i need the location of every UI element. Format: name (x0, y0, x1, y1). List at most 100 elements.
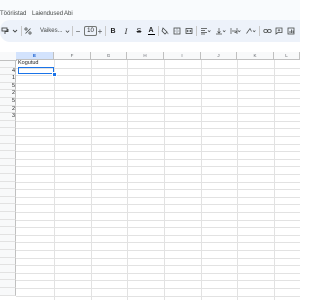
row-header[interactable] (0, 181, 16, 190)
column-header-f[interactable]: F (54, 52, 91, 60)
cell-e1[interactable]: Kogutud (18, 60, 39, 67)
grid-row-line (16, 151, 300, 153)
toolbar-divider (72, 26, 73, 36)
horizontal-align-icon[interactable] (199, 24, 212, 38)
row-header[interactable] (0, 219, 16, 228)
row-header[interactable] (0, 143, 16, 152)
row-header[interactable] (0, 60, 16, 68)
cell-value[interactable]: 1 (12, 75, 15, 82)
menu-help[interactable]: Abi (64, 11, 73, 17)
grid-row-line (16, 181, 300, 183)
grid-row-line (16, 219, 300, 221)
row-header[interactable] (0, 136, 16, 144)
row-header[interactable] (0, 158, 16, 167)
row-header[interactable] (0, 174, 16, 182)
italic-button[interactable]: I (122, 24, 130, 38)
column-header-l[interactable]: L (274, 52, 300, 60)
row-header[interactable] (0, 120, 16, 129)
toolbar-divider (105, 26, 106, 36)
row-header[interactable] (0, 234, 16, 243)
cell-value[interactable]: 5 (12, 98, 15, 105)
grid-row-line (16, 189, 300, 191)
cell-value[interactable]: 5 (12, 83, 15, 90)
text-color-button[interactable]: A (146, 24, 156, 38)
toolbar-divider (21, 26, 22, 36)
toolbar-divider (158, 26, 159, 36)
grid-row-line (16, 113, 300, 115)
cell-value[interactable]: 2 (12, 106, 15, 113)
grid-row-line (16, 265, 300, 267)
grid-column-line (237, 60, 238, 300)
row-header[interactable] (0, 250, 16, 258)
grid-row-line (16, 196, 300, 198)
grid-row-line (16, 250, 300, 251)
font-family-select[interactable]: Vaikes... (40, 24, 72, 38)
grid-row-line (16, 280, 300, 282)
menu-tools[interactable]: Tööriistad (0, 11, 26, 17)
row-header[interactable] (0, 189, 16, 197)
chevron-down-icon (65, 29, 70, 33)
cell-value[interactable]: 4 (12, 68, 15, 75)
active-cell-cursor[interactable] (18, 67, 54, 74)
grid-row-line (16, 212, 300, 213)
grid-row-line (16, 75, 300, 77)
toolbar-divider (196, 26, 197, 36)
fill-color-icon[interactable] (160, 24, 170, 38)
grid-column-line (201, 60, 202, 300)
spreadsheet-app: Tööriistad Laiendused Abi Vaikes... − 10… (0, 0, 300, 300)
row-header[interactable] (0, 204, 16, 212)
row-header[interactable] (0, 272, 16, 281)
text-rotation-icon[interactable] (244, 24, 257, 38)
spreadsheet-grid[interactable]: E F G H I J K L Kogutud 4 1 5 2 5 2 3 (0, 52, 300, 300)
row-header[interactable] (0, 151, 16, 159)
row-header[interactable] (0, 227, 16, 235)
grid-row-line (16, 288, 300, 289)
grid-row-line (16, 242, 300, 244)
row-header[interactable] (0, 288, 16, 296)
cell-value[interactable]: 3 (12, 113, 15, 120)
grid-row-line (16, 295, 300, 297)
grid-row-line (16, 67, 300, 69)
select-all-corner[interactable] (0, 52, 17, 61)
text-color-swatch (147, 33, 155, 36)
grid-row-line (16, 227, 300, 229)
insert-chart-icon[interactable] (286, 24, 296, 38)
grid-row-line (16, 136, 300, 137)
toolbar-divider (259, 26, 260, 36)
borders-icon[interactable] (172, 24, 182, 38)
increase-font-size-icon[interactable]: + (96, 24, 104, 38)
row-header[interactable] (0, 212, 16, 220)
column-header-j[interactable]: J (201, 52, 237, 60)
row-header[interactable] (0, 242, 16, 250)
decrease-font-size-icon[interactable]: − (74, 24, 82, 38)
row-header[interactable] (0, 257, 16, 266)
column-header-k[interactable]: K (237, 52, 274, 60)
row-header[interactable] (0, 196, 16, 205)
row-header[interactable] (0, 265, 16, 273)
grid-row-line (16, 166, 300, 168)
text-wrap-icon[interactable] (229, 24, 242, 38)
column-header-h[interactable]: H (127, 52, 164, 60)
paint-format-icon[interactable] (0, 24, 10, 38)
row-header[interactable] (0, 280, 16, 288)
column-header-e[interactable]: E (16, 52, 54, 60)
insert-link-icon[interactable] (262, 24, 272, 38)
merge-cells-icon[interactable] (184, 24, 194, 38)
grid-row-line (16, 158, 300, 160)
percent-format-button[interactable] (23, 24, 33, 38)
zoom-select[interactable] (11, 24, 19, 38)
vertical-align-icon[interactable] (214, 24, 227, 38)
grid-row-line (16, 143, 300, 145)
row-header[interactable] (0, 128, 16, 136)
menu-extensions[interactable]: Laiendused (32, 11, 63, 17)
column-header-i[interactable]: I (164, 52, 201, 60)
fill-handle[interactable] (52, 72, 57, 77)
insert-comment-icon[interactable] (274, 24, 284, 38)
strikethrough-button[interactable]: S (134, 24, 144, 38)
column-header-g[interactable]: G (91, 52, 127, 60)
grid-row-line (16, 128, 300, 130)
grid-row-line (16, 174, 300, 175)
cell-value[interactable]: 2 (12, 90, 15, 97)
bold-button[interactable]: B (108, 24, 118, 38)
row-header[interactable] (0, 166, 16, 174)
